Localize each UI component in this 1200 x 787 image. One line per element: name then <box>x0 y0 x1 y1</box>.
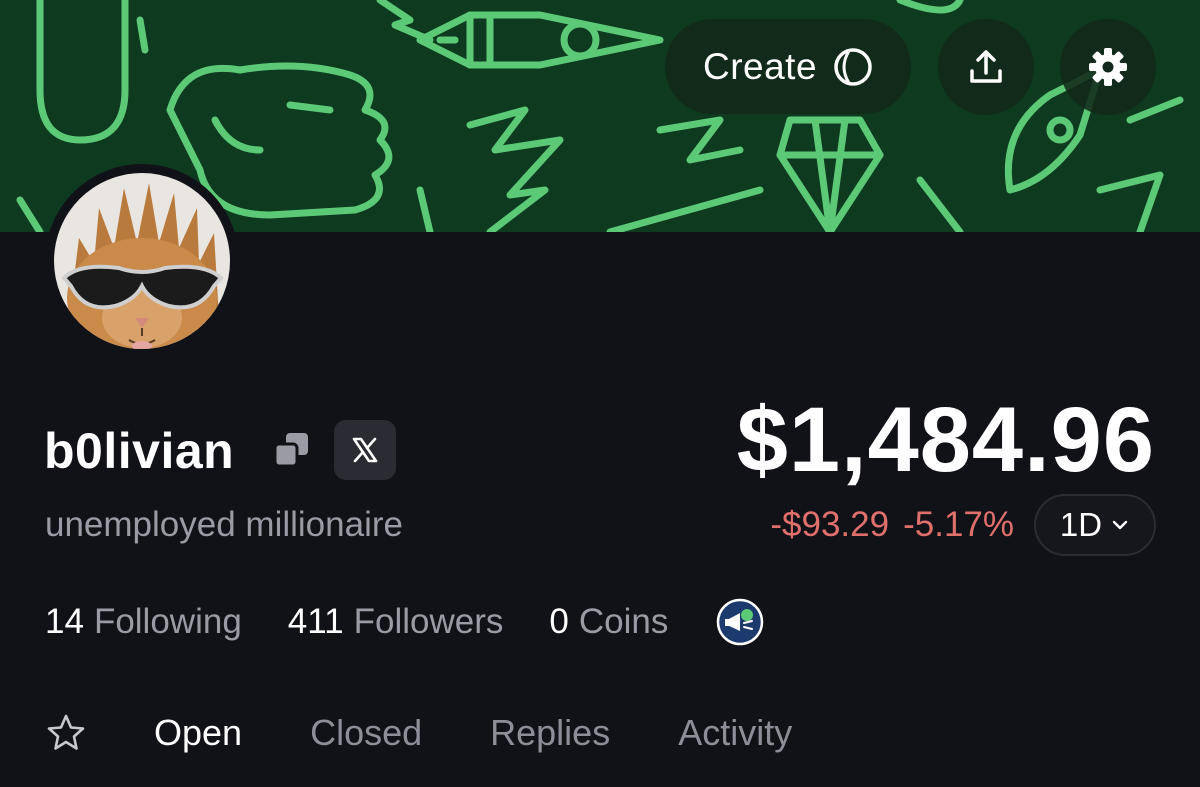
stat-count: 0 <box>549 602 569 641</box>
x-logo-icon <box>352 437 378 463</box>
cat-with-sunglasses-avatar <box>54 173 230 349</box>
create-label: Create <box>702 45 818 87</box>
settings-button[interactable] <box>1060 19 1156 115</box>
period-value: 1D <box>1059 506 1103 543</box>
stat-count: 411 <box>287 602 344 641</box>
profile-tabs: Open Closed Replies Activity <box>46 712 860 754</box>
stat-coins[interactable]: 0 Coins <box>549 602 668 642</box>
period-selector[interactable]: 1D <box>1034 494 1156 556</box>
stat-label: Followers <box>353 602 504 641</box>
x-profile-link[interactable] <box>334 420 396 480</box>
share-button[interactable] <box>938 19 1034 115</box>
change-percent: -5.17% <box>903 505 1014 544</box>
stat-label: Following <box>93 602 242 641</box>
profile-bio: unemployed millionaire <box>45 505 403 544</box>
tab-open[interactable]: Open <box>154 712 242 754</box>
tab-replies[interactable]: Replies <box>490 712 610 754</box>
copy-icon[interactable] <box>272 430 312 470</box>
avatar[interactable] <box>49 168 235 354</box>
stat-label: Coins <box>578 602 669 641</box>
chevron-down-icon <box>1112 520 1128 530</box>
portfolio-balance: $1,484.96 <box>736 389 1155 491</box>
stat-following[interactable]: 14 Following <box>45 602 242 642</box>
tab-activity[interactable]: Activity <box>678 712 792 754</box>
gear-icon <box>1089 48 1127 86</box>
profile-stats: 14 Following 411 Followers 0 Coins <box>45 598 764 646</box>
share-upload-icon <box>970 50 1002 83</box>
stat-followers[interactable]: 411 Followers <box>288 602 504 642</box>
create-circle-icon <box>834 47 872 86</box>
username: b0livian <box>44 423 235 479</box>
tab-closed[interactable]: Closed <box>310 712 422 754</box>
portfolio-change: -$93.29 -5.17% <box>770 505 1014 545</box>
star-icon[interactable] <box>46 713 86 753</box>
stat-count: 14 <box>45 602 84 641</box>
change-amount: -$93.29 <box>770 505 890 544</box>
create-button[interactable]: Create <box>665 19 911 114</box>
megaphone-badge-icon[interactable] <box>716 598 764 646</box>
